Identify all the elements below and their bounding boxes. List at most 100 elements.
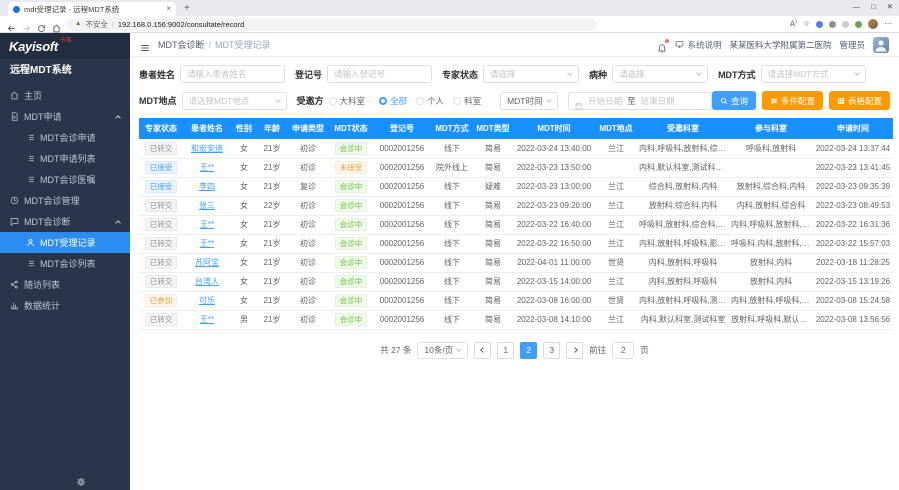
sidebar-item-mdt-consult-list[interactable]: MDT会诊列表 (0, 253, 130, 274)
expert-status-select[interactable]: 请选择 (483, 65, 579, 83)
patient-name-link[interactable]: 李四 (199, 182, 215, 191)
share-icon (10, 280, 19, 289)
breadcrumb: MDT会诊断 / MDT受理记录 (158, 38, 271, 51)
window-minimize-icon[interactable]: — (853, 2, 861, 11)
patient-name-link[interactable]: 王** (200, 163, 214, 172)
mdt-mode-select[interactable]: 请选择MDT方式 (761, 65, 866, 83)
sidebar-item-mdt-accept-record[interactable]: MDT受理记录 (0, 232, 130, 253)
browser-menu-icon[interactable]: ⋯ (884, 20, 892, 28)
page-button-2[interactable]: 2 (520, 342, 537, 359)
radio-all[interactable]: 全部 (379, 95, 407, 107)
goto-page-input[interactable] (612, 342, 634, 359)
browser-tab[interactable]: mdt受理记录 - 远程MDT系统 × (8, 2, 176, 16)
extension-icon[interactable] (816, 21, 823, 28)
patient-name-link[interactable]: 台湾人 (195, 277, 219, 286)
sidebar-item-label: MDT受理记录 (40, 236, 96, 249)
disease-select[interactable]: 请选择 (612, 65, 708, 83)
app: Kayisoft 卡易 远程MDT系统 主页 MDT申请 MDT会诊申请 (0, 33, 899, 490)
sidebar-item-mdt-consult-apply[interactable]: MDT会诊申请 (0, 127, 130, 148)
user-avatar[interactable] (873, 37, 889, 53)
read-aloud-icon[interactable]: A) (790, 20, 797, 29)
table-config-button[interactable]: 表格配置 (829, 91, 890, 110)
prev-page-button[interactable] (474, 342, 491, 359)
radio-big-department[interactable]: 大科室 (329, 95, 366, 107)
cell-mdt-place: 兰江 (595, 139, 637, 158)
page-button-1[interactable]: 1 (497, 342, 514, 359)
cell-patient-name: 和宏安迪 (183, 139, 231, 158)
extension-icon[interactable] (842, 21, 849, 28)
cell-mdt-place: 兰江 (595, 196, 637, 215)
sidebar-item-mdt-consult-order[interactable]: MDT会诊医嘱 (0, 169, 130, 190)
mdt-time-field-select[interactable]: MDT时间 (500, 92, 558, 110)
patient-name-link[interactable]: 和宏安迪 (191, 144, 223, 153)
patient-name-link[interactable]: 王** (200, 239, 214, 248)
cell-participated-depts: 呼吸科,放射科 (729, 139, 813, 158)
column-header: MDT地点 (595, 118, 637, 139)
patient-name-link[interactable]: 苏阿宝 (195, 258, 219, 267)
cell-mdt-place: 兰江 (595, 234, 637, 253)
extension-icon[interactable] (855, 21, 862, 28)
cell-invited-depts: 内科,放射科,呼吸科 (637, 253, 729, 272)
mdt-place-select[interactable]: 请选择MDT地点 (182, 92, 287, 110)
breadcrumb-parent[interactable]: MDT会诊断 (158, 38, 205, 51)
tab-close-icon[interactable]: × (166, 5, 171, 13)
sidebar-item-mdt-apply-list[interactable]: MDT申请列表 (0, 148, 130, 169)
cell-mdt-place: 世贤 (595, 291, 637, 310)
radio-dot (329, 97, 337, 105)
sidebar-item-home[interactable]: 主页 (0, 85, 130, 106)
sidebar-toggle-icon[interactable] (140, 40, 150, 50)
status-tag: 已转交 (145, 275, 178, 288)
cell-age: 21岁 (257, 310, 287, 329)
status-tag: 已转交 (145, 142, 178, 155)
cell-invited-depts: 内科,默认科室,测试科室 (637, 310, 729, 329)
forward-icon[interactable] (22, 20, 31, 29)
user-role[interactable]: 管理员 (839, 39, 865, 51)
cell-mdt-time: 2022-04-01 11:00:00 (513, 253, 595, 272)
sidebar-item-mdt-manage[interactable]: MDT会诊管理 (0, 190, 130, 211)
end-date-placeholder[interactable]: 结束日期 (641, 95, 675, 107)
patient-name-link[interactable]: 王** (200, 220, 214, 229)
back-icon[interactable] (7, 20, 16, 29)
start-date-placeholder[interactable]: 开始日期 (588, 95, 622, 107)
patient-name-link[interactable]: 张三 (199, 201, 215, 210)
table-row: 已转交和宏安迪女21岁初诊会诊中0002001256线下简易2022-03-24… (139, 139, 893, 158)
patient-name-link[interactable]: 可乐 (199, 296, 215, 305)
sidebar-group-mdt-diagnose[interactable]: MDT会诊断 (0, 211, 130, 232)
url-box[interactable]: ▲ 不安全 | 192.168.0.156:9002/consultate/re… (67, 18, 597, 31)
patient-name-input[interactable] (180, 65, 285, 83)
browser-profile-avatar[interactable] (868, 19, 878, 29)
patient-name-link[interactable]: 王** (200, 315, 214, 324)
settings-gear-icon[interactable] (76, 474, 86, 484)
page-button-3[interactable]: 3 (543, 342, 560, 359)
cell-invited-depts: 放射科,综合科,内科 (637, 196, 729, 215)
cell-gender: 女 (231, 158, 257, 177)
favorite-star-icon[interactable]: ☆ (803, 20, 810, 28)
window-maximize-icon[interactable]: □ (871, 2, 876, 11)
sidebar-group-mdt-apply[interactable]: MDT申请 (0, 106, 130, 127)
status-tag: 会诊中 (335, 142, 368, 155)
search-button[interactable]: 查询 (712, 91, 756, 110)
system-title: 远程MDT系统 (0, 59, 130, 83)
date-range-picker[interactable]: 开始日期 至 结束日期 (568, 92, 712, 110)
security-label[interactable]: 不安全 (85, 19, 108, 30)
sidebar-item-followup-list[interactable]: 随访列表 (0, 274, 130, 295)
cell-register-no: 0002001256 (373, 215, 431, 234)
filter-register-no: 登记号 (295, 65, 432, 83)
cell-mdt-time: 2022-03-08 14:10:00 (513, 310, 595, 329)
new-tab-button[interactable]: + (184, 4, 190, 14)
browser-home-icon[interactable] (52, 20, 61, 29)
extension-icon[interactable] (829, 21, 836, 28)
system-help-link[interactable]: 系统说明 (675, 39, 721, 51)
sidebar-item-statistics[interactable]: 数据统计 (0, 295, 130, 316)
radio-personal[interactable]: 个人 (416, 95, 444, 107)
refresh-icon[interactable] (37, 20, 46, 29)
next-page-button[interactable] (566, 342, 583, 359)
window-close-icon[interactable]: ✕ (887, 2, 893, 11)
condition-config-button[interactable]: 条件配置 (762, 91, 823, 110)
cell-register-no: 0002001256 (373, 291, 431, 310)
page-size-select[interactable]: 10条/页 (417, 342, 468, 359)
register-no-input[interactable] (327, 65, 432, 83)
notification-bell-icon[interactable] (657, 40, 667, 50)
url-text[interactable]: 192.168.0.156:9002/consultate/record (118, 20, 244, 29)
radio-department[interactable]: 科室 (453, 95, 481, 107)
